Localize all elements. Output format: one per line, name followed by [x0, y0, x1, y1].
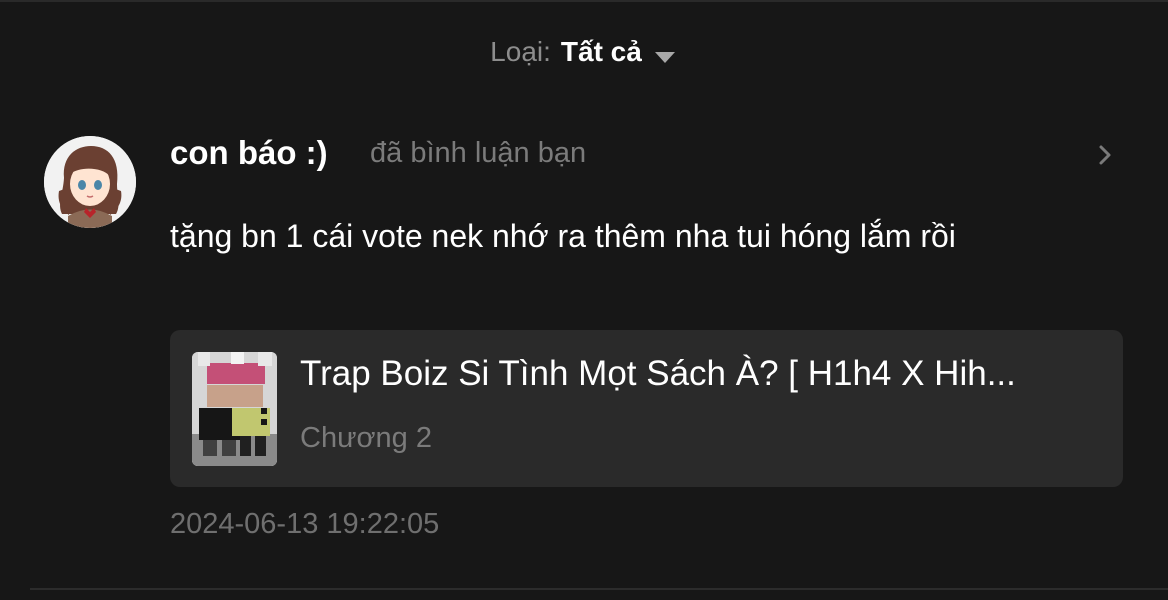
username[interactable]: con báo :) [170, 134, 328, 172]
notification-action: đã bình luận bạn [370, 137, 587, 169]
timestamp: 2024-06-13 19:22:05 [170, 508, 440, 540]
filter-label: Loại: [490, 36, 551, 67]
chevron-right-icon[interactable] [1094, 142, 1116, 168]
story-card[interactable]: Trap Boiz Si Tình Mọt Sách À? [ H1h4 X H… [170, 330, 1123, 487]
filter-selected-value[interactable]: Tất cả [561, 36, 642, 68]
notifications-screen: Loại: Tất cả con báo :) đã bình luận bạn… [0, 0, 1168, 600]
story-chapter: Chương 2 [300, 422, 432, 454]
comment-notification[interactable]: con báo :) đã bình luận bạn tặng bn 1 cá… [0, 122, 1168, 592]
story-cover-image[interactable] [192, 352, 277, 466]
comment-text: tặng bn 1 cái vote nek nhớ ra thêm nha t… [170, 218, 956, 254]
type-filter[interactable]: Loại: Tất cả [0, 2, 1168, 102]
divider [30, 588, 1168, 590]
caret-down-icon[interactable] [652, 42, 678, 63]
user-avatar[interactable] [44, 136, 136, 228]
story-title[interactable]: Trap Boiz Si Tình Mọt Sách À? [ H1h4 X H… [300, 354, 1105, 394]
